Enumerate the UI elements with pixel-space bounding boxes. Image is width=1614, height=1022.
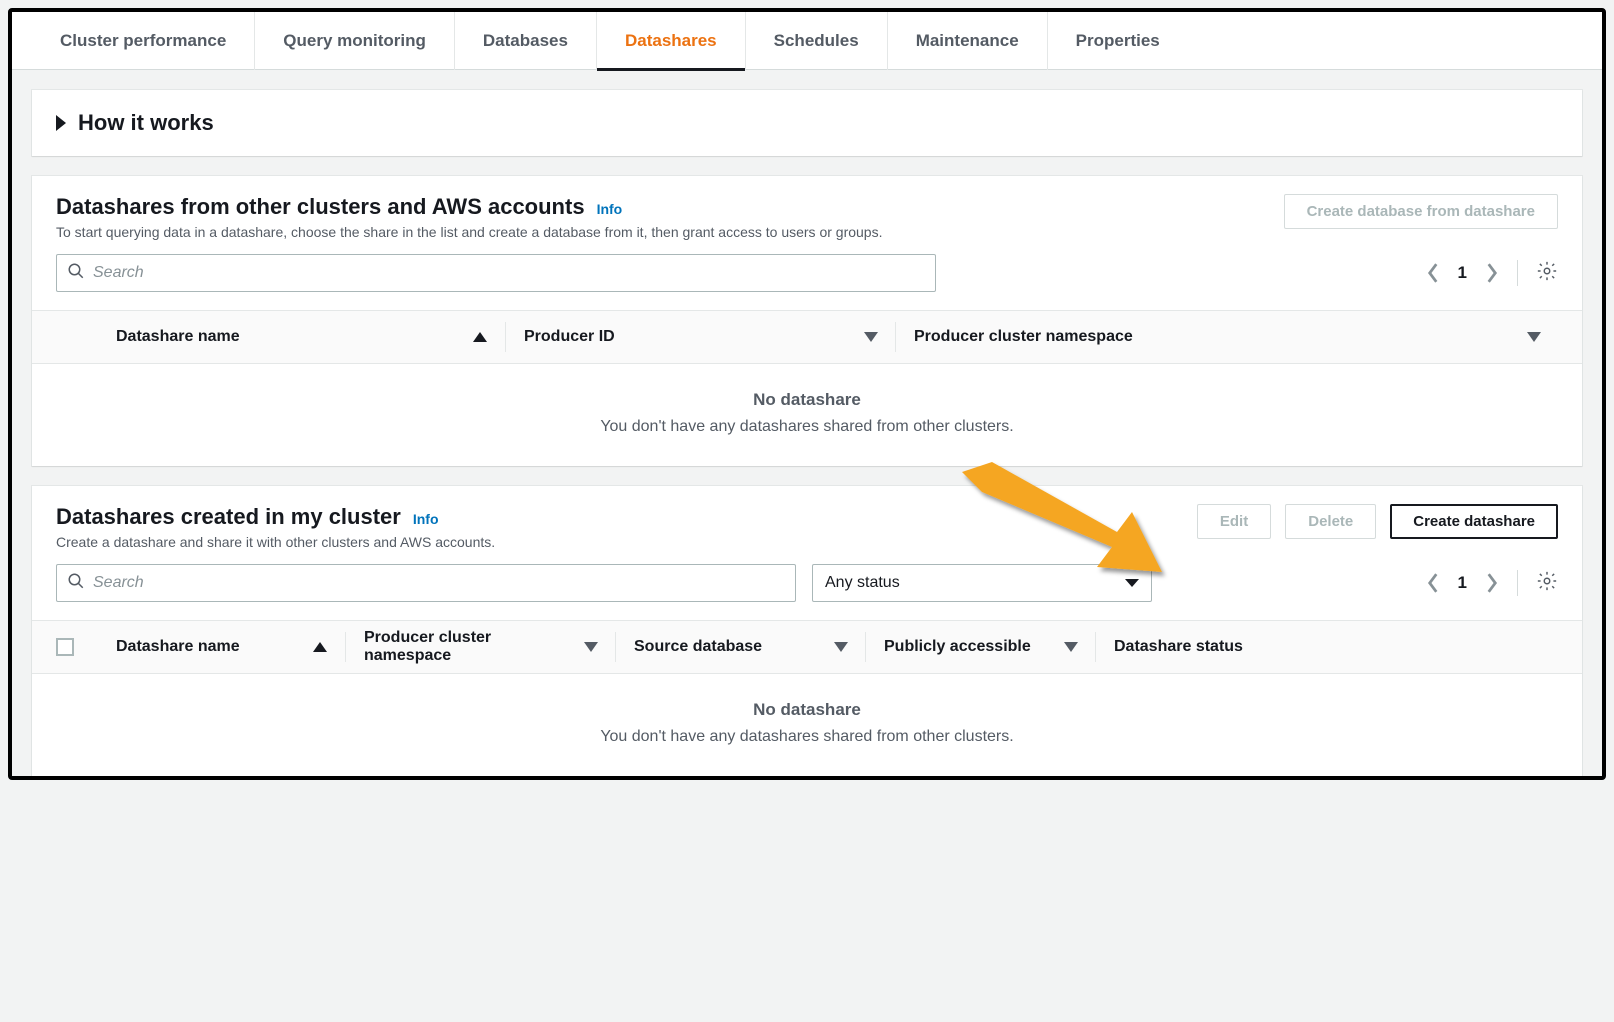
- col-producer-cluster-namespace[interactable]: Producer cluster namespace: [346, 632, 616, 662]
- section1-info-link[interactable]: Info: [597, 201, 623, 217]
- section2-table-header: Datashare name Producer cluster namespac…: [32, 620, 1582, 674]
- search-icon: [67, 262, 85, 285]
- tab-label: Properties: [1076, 31, 1160, 51]
- empty-title: No datashare: [32, 390, 1582, 410]
- checkbox-icon: [56, 638, 74, 656]
- empty-desc: You don't have any datashares shared fro…: [32, 728, 1582, 746]
- section1-title: Datashares from other clusters and AWS a…: [56, 194, 585, 220]
- col-label: Producer cluster namespace: [914, 328, 1133, 346]
- section2-title: Datashares created in my cluster: [56, 504, 401, 530]
- section1-empty-state: No datashare You don't have any datashar…: [32, 364, 1582, 466]
- separator: [1517, 570, 1518, 596]
- next-page-button[interactable]: [1485, 572, 1499, 594]
- delete-button[interactable]: Delete: [1285, 504, 1376, 539]
- caret-down-icon: [1125, 579, 1139, 587]
- section2-search[interactable]: [56, 564, 796, 602]
- page-number: 1: [1458, 573, 1467, 593]
- col-source-database[interactable]: Source database: [616, 632, 866, 662]
- next-page-button[interactable]: [1485, 262, 1499, 284]
- sort-icon: [585, 643, 597, 652]
- sort-icon: [865, 333, 877, 342]
- section1-search[interactable]: [56, 254, 936, 292]
- create-datashare-button[interactable]: Create datashare: [1390, 504, 1558, 539]
- tab-label: Schedules: [774, 31, 859, 51]
- create-database-from-datashare-button[interactable]: Create database from datashare: [1284, 194, 1558, 229]
- col-label: Datashare status: [1114, 638, 1243, 656]
- settings-icon[interactable]: [1536, 260, 1558, 287]
- tab-label: Datashares: [625, 31, 717, 51]
- caret-right-icon: [56, 115, 66, 131]
- section2-empty-state: No datashare You don't have any datashar…: [32, 674, 1582, 776]
- col-label: Datashare name: [116, 638, 240, 656]
- select-all-checkbox[interactable]: [56, 632, 116, 662]
- col-label: Source database: [634, 638, 762, 656]
- separator: [1517, 260, 1518, 286]
- empty-title: No datashare: [32, 700, 1582, 720]
- section1-desc: To start querying data in a datashare, c…: [56, 224, 1268, 240]
- sort-asc-icon: [473, 332, 487, 342]
- edit-button[interactable]: Edit: [1197, 504, 1271, 539]
- tab-schedules[interactable]: Schedules: [746, 12, 888, 70]
- col-producer-cluster-namespace[interactable]: Producer cluster namespace: [896, 322, 1558, 352]
- status-filter-select[interactable]: Any status: [812, 564, 1152, 602]
- tab-maintenance[interactable]: Maintenance: [888, 12, 1048, 70]
- section2-search-input[interactable]: [85, 574, 785, 592]
- section2-pager: 1: [1426, 570, 1558, 597]
- datashares-from-others-panel: Datashares from other clusters and AWS a…: [32, 176, 1582, 466]
- select-value: Any status: [825, 574, 900, 592]
- col-datashare-status[interactable]: Datashare status: [1096, 632, 1558, 662]
- col-label: Publicly accessible: [884, 638, 1031, 656]
- section1-table-header: Datashare name Producer ID Producer clus…: [32, 310, 1582, 364]
- search-icon: [67, 572, 85, 595]
- col-publicly-accessible[interactable]: Publicly accessible: [866, 632, 1096, 662]
- tab-label: Maintenance: [916, 31, 1019, 51]
- page-number: 1: [1458, 263, 1467, 283]
- section2-desc: Create a datashare and share it with oth…: [56, 534, 1181, 550]
- tab-label: Cluster performance: [60, 31, 226, 51]
- tab-properties[interactable]: Properties: [1048, 12, 1188, 70]
- col-datashare-name[interactable]: Datashare name: [116, 632, 346, 662]
- datashares-created-panel: Datashares created in my cluster Info Cr…: [32, 486, 1582, 776]
- col-label: Producer cluster namespace: [364, 629, 577, 665]
- col-label: Producer ID: [524, 328, 615, 346]
- sort-icon: [1065, 643, 1077, 652]
- tab-datashares[interactable]: Datashares: [597, 12, 746, 70]
- how-it-works-panel: How it works: [32, 90, 1582, 156]
- tab-databases[interactable]: Databases: [455, 12, 597, 70]
- col-producer-id[interactable]: Producer ID: [506, 322, 896, 352]
- prev-page-button[interactable]: [1426, 572, 1440, 594]
- empty-desc: You don't have any datashares shared fro…: [32, 418, 1582, 436]
- tabs-bar: Cluster performance Query monitoring Dat…: [12, 12, 1602, 70]
- tab-label: Databases: [483, 31, 568, 51]
- section1-pager: 1: [1426, 260, 1558, 287]
- how-it-works-toggle[interactable]: How it works: [32, 90, 1582, 156]
- col-datashare-name[interactable]: Datashare name: [116, 322, 506, 352]
- sort-asc-icon: [313, 642, 327, 652]
- prev-page-button[interactable]: [1426, 262, 1440, 284]
- settings-icon[interactable]: [1536, 570, 1558, 597]
- tab-cluster-performance[interactable]: Cluster performance: [32, 12, 255, 70]
- section1-search-input[interactable]: [85, 264, 925, 282]
- sort-icon: [1528, 333, 1540, 342]
- col-label: Datashare name: [116, 328, 240, 346]
- sort-icon: [835, 643, 847, 652]
- section2-info-link[interactable]: Info: [413, 511, 439, 527]
- tab-query-monitoring[interactable]: Query monitoring: [255, 12, 455, 70]
- tab-label: Query monitoring: [283, 31, 426, 51]
- how-it-works-title: How it works: [78, 110, 214, 136]
